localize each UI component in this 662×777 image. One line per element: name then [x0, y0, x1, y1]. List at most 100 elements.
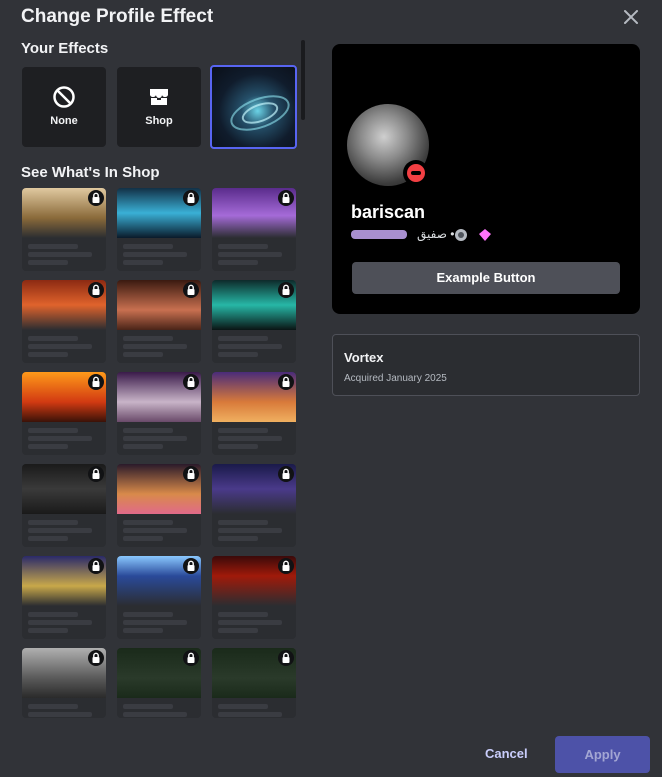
lock-icon [278, 558, 294, 574]
shop-effect-blue-speed-lines[interactable] [117, 556, 201, 639]
placeholder-line [123, 244, 173, 249]
preview-status-text: صفيق • [417, 227, 455, 241]
placeholder-line [218, 336, 268, 341]
shop-section-heading: See What's In Shop [21, 164, 160, 181]
placeholder-line [28, 260, 68, 265]
scrollbar[interactable] [301, 40, 305, 120]
placeholder-line [123, 528, 187, 533]
lock-icon [88, 282, 104, 298]
placeholder-line [28, 336, 78, 341]
selected-effect-name: Vortex [344, 350, 384, 365]
selected-effect-acquired: Acquired January 2025 [344, 373, 447, 384]
placeholder-line [218, 352, 258, 357]
lock-icon [278, 466, 294, 482]
shop-effect-red-flames[interactable] [22, 280, 106, 363]
effect-none-option[interactable]: None [22, 67, 106, 147]
nitro-badge-icon [455, 229, 467, 241]
lock-icon [183, 466, 199, 482]
placeholder-line [123, 436, 187, 441]
placeholder-line [218, 252, 282, 257]
no-entry-icon [53, 86, 75, 108]
placeholder-line [28, 612, 78, 617]
dnd-status-icon [403, 160, 429, 186]
placeholder-line [123, 428, 173, 433]
apply-button[interactable]: Apply [555, 736, 650, 773]
lock-icon [183, 190, 199, 206]
shop-effect-flowers-and-fruit[interactable] [22, 464, 106, 547]
placeholder-line [28, 352, 68, 357]
shop-effect-pixel-pies[interactable] [117, 464, 201, 547]
placeholder-line [28, 620, 92, 625]
placeholder-line [218, 612, 268, 617]
placeholder-line [218, 528, 282, 533]
selected-effect-card: Vortex Acquired January 2025 [332, 334, 640, 396]
shop-effect-fortnite-f-green-2[interactable] [212, 648, 296, 718]
shop-effect-green-lightsaber[interactable] [22, 556, 106, 639]
redacted-text [351, 230, 407, 239]
lock-icon [183, 374, 199, 390]
placeholder-line [28, 244, 78, 249]
lock-icon [183, 282, 199, 298]
shop-effect-fortnite-f-green[interactable] [117, 648, 201, 718]
placeholder-line [28, 344, 92, 349]
placeholder-line [28, 520, 78, 525]
shop-effect-grey-character[interactable] [22, 648, 106, 718]
effect-vortex-option[interactable] [210, 65, 297, 149]
placeholder-line [218, 260, 258, 265]
lock-icon [278, 650, 294, 666]
lock-icon [88, 374, 104, 390]
shop-effect-purple-storm[interactable] [212, 188, 296, 271]
shop-effect-cyan-lightsaber[interactable] [212, 464, 296, 547]
placeholder-line [123, 252, 187, 257]
shop-icon [150, 89, 168, 105]
shop-effect-pixel-windmill[interactable] [212, 372, 296, 455]
placeholder-line [123, 628, 163, 633]
cancel-button[interactable]: Cancel [485, 746, 528, 761]
placeholder-line [123, 336, 173, 341]
placeholder-line [123, 704, 173, 709]
placeholder-line [28, 712, 92, 717]
placeholder-line [123, 520, 173, 525]
placeholder-line [28, 528, 92, 533]
shop-effect-green-electric-hero[interactable] [212, 280, 296, 363]
placeholder-line [218, 520, 268, 525]
placeholder-line [123, 260, 163, 265]
placeholder-line [123, 352, 163, 357]
placeholder-line [218, 344, 282, 349]
placeholder-line [218, 244, 268, 249]
shop-effect-blue-lightning[interactable] [117, 188, 201, 271]
placeholder-line [123, 536, 163, 541]
placeholder-line [28, 704, 78, 709]
lock-icon [278, 282, 294, 298]
placeholder-line [28, 444, 68, 449]
placeholder-line [218, 436, 282, 441]
placeholder-line [28, 252, 92, 257]
lock-icon [278, 190, 294, 206]
effect-shop-option[interactable]: Shop [117, 67, 201, 147]
placeholder-line [218, 704, 268, 709]
effect-none-label: None [50, 115, 78, 127]
shop-effect-red-hud[interactable] [212, 556, 296, 639]
lock-icon [278, 374, 294, 390]
placeholder-line [123, 444, 163, 449]
placeholder-line [218, 620, 282, 625]
lock-icon [88, 466, 104, 482]
shop-effect-fire-dragon[interactable] [117, 280, 201, 363]
lock-icon [183, 558, 199, 574]
placeholder-line [28, 428, 78, 433]
shop-effect-explosive-hero[interactable] [22, 372, 106, 455]
close-icon[interactable] [620, 6, 642, 28]
placeholder-line [28, 536, 68, 541]
placeholder-line [28, 436, 92, 441]
example-button[interactable]: Example Button [352, 262, 620, 294]
placeholder-line [218, 444, 258, 449]
vortex-effect-thumbnail [230, 95, 290, 131]
modal-title: Change Profile Effect [21, 6, 214, 27]
lock-icon [88, 558, 104, 574]
your-effects-heading: Your Effects [21, 40, 109, 57]
placeholder-line [218, 712, 282, 717]
placeholder-line [28, 628, 68, 633]
shop-effect-anime-characters[interactable] [117, 372, 201, 455]
lock-icon [183, 650, 199, 666]
shop-effect-angel-wings-gold[interactable] [22, 188, 106, 271]
